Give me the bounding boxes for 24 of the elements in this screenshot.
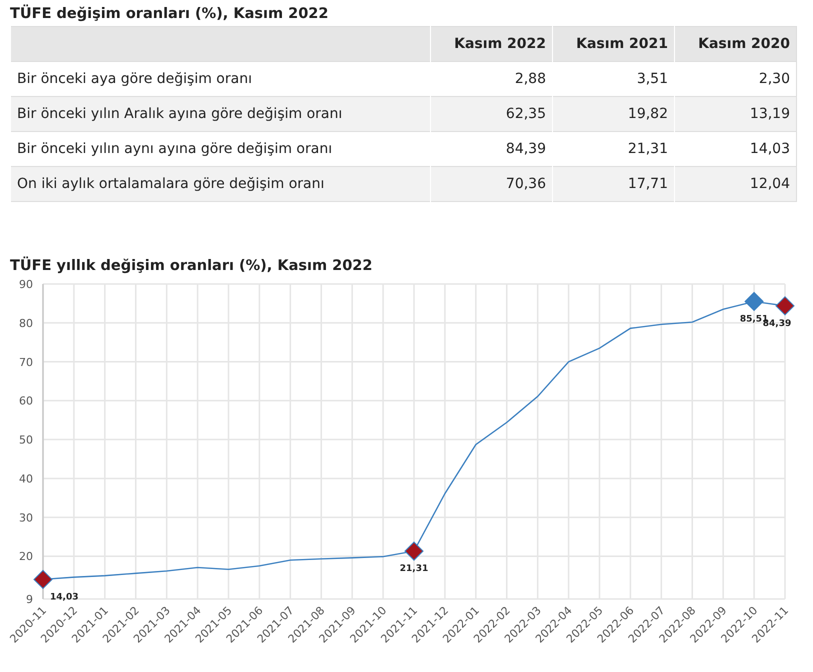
row-label: On iki aylık ortalamalara göre değişim oranı [10, 166, 430, 202]
y-tick-label: 60 [19, 394, 33, 408]
column-header: Kasım 2021 [552, 26, 674, 62]
y-tick-label: 50 [19, 434, 33, 447]
table-cell: 19,82 [552, 96, 674, 132]
row-label: Bir önceki yılın Aralık ayına göre değişim oranı [10, 96, 430, 132]
y-tick-label: 90 [19, 278, 33, 291]
y-tick-label: 80 [19, 316, 33, 330]
chart-title: TÜFE yıllık değişim oranları (%), Kasım 2022 [9, 256, 374, 276]
table-cell: 13,19 [674, 96, 796, 132]
data-label: 14,03 [50, 592, 78, 602]
column-header: Kasım 2022 [430, 26, 552, 62]
data-label: 21,31 [400, 564, 428, 574]
table-cell: 17,71 [552, 166, 674, 202]
column-header: Kasım 2020 [674, 26, 796, 62]
table-title: TÜFE değişim oranları (%), Kasım 2022 [9, 4, 330, 24]
y-tick-label: 30 [19, 511, 33, 524]
y-tick-label: 70 [19, 356, 33, 369]
y-tick-label: 9 [26, 593, 33, 606]
y-tick-label: 40 [19, 472, 33, 486]
table-cell: 70,36 [430, 166, 552, 202]
table-cell: 62,35 [430, 96, 552, 132]
table-cell: 12,04 [674, 166, 796, 202]
y-tick-label: 20 [19, 550, 33, 564]
